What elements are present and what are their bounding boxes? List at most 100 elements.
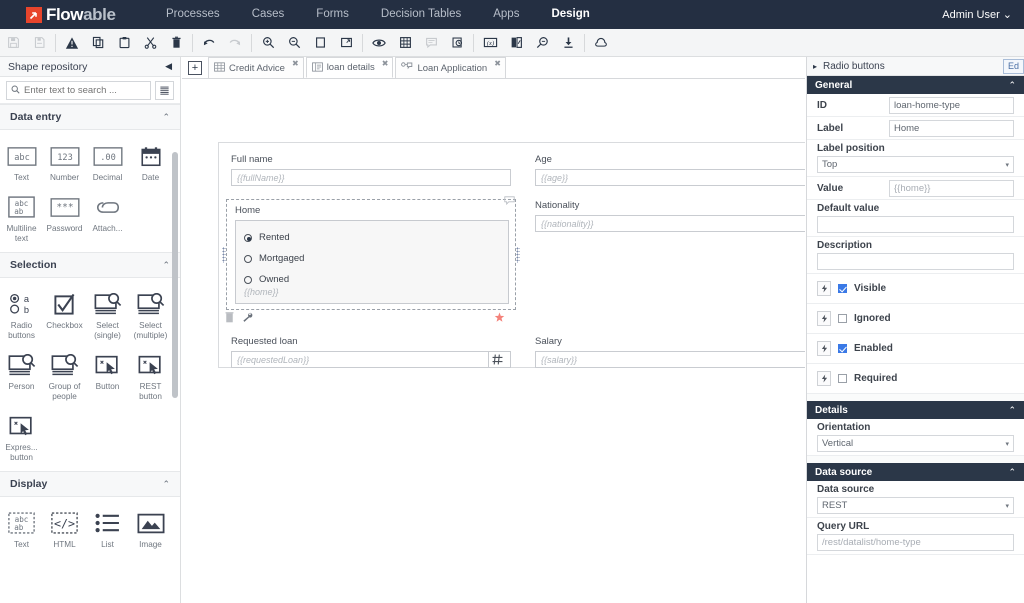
palette-item-attachment[interactable]: Attach... <box>86 187 129 248</box>
redo-icon[interactable] <box>222 30 248 56</box>
zoom-actual-icon[interactable] <box>307 30 333 56</box>
property-input-default-value[interactable] <box>817 216 1014 233</box>
property-select-data-source[interactable]: REST ▾ <box>817 497 1014 514</box>
form-design-surface[interactable]: Full name {{fullName}} Age {{age}} <box>182 79 805 603</box>
search-box[interactable] <box>6 81 151 100</box>
delete-widget-icon[interactable] <box>225 310 234 328</box>
nav-item-cases[interactable]: Cases <box>236 0 301 29</box>
properties-section-details[interactable]: Details ⌃ <box>807 401 1024 419</box>
palette-item-rest-button[interactable]: REST button <box>129 345 172 406</box>
palette-item-multiline-text[interactable]: abcab Multiline text <box>0 187 43 248</box>
palette-item-person[interactable]: Person <box>0 345 43 406</box>
palette-item-expression-button[interactable]: Expres... button <box>0 406 43 467</box>
properties-section-data-source[interactable]: Data source ⌃ <box>807 463 1024 481</box>
field-input-salary[interactable]: {{salary}} <box>535 351 805 368</box>
book-icon[interactable] <box>503 30 529 56</box>
sidebar-scrollbar[interactable] <box>172 152 178 398</box>
palette-item-button[interactable]: Button <box>86 345 129 406</box>
comment-icon[interactable] <box>418 30 444 56</box>
sidebar-section-display[interactable]: Display ⌃ <box>0 471 180 497</box>
history-icon[interactable] <box>444 30 470 56</box>
required-star-icon[interactable] <box>494 310 505 328</box>
field-input-age[interactable]: {{age}} <box>535 169 805 186</box>
add-tab-plus-icon[interactable]: + <box>188 61 202 75</box>
comment-balloon-icon[interactable] <box>504 192 515 210</box>
expand-right-icon[interactable]: ▸ <box>813 62 817 71</box>
radio-buttons-widget-selected[interactable]: Home Rented Mortgaged <box>227 200 515 309</box>
nav-item-decision-tables[interactable]: Decision Tables <box>365 0 477 29</box>
close-icon[interactable]: ✖ <box>382 58 389 68</box>
property-select-label-position[interactable]: Top ▾ <box>817 156 1014 173</box>
properties-section-general[interactable]: General ⌃ <box>807 76 1024 94</box>
search-input[interactable] <box>24 85 146 96</box>
resize-handle-right[interactable] <box>516 247 520 263</box>
nav-item-processes[interactable]: Processes <box>150 0 236 29</box>
app-logo[interactable]: Flowable <box>0 5 150 25</box>
zoom-in-icon[interactable] <box>255 30 281 56</box>
palette-item-select-single[interactable]: Select (single) <box>86 284 129 345</box>
property-input-query-url[interactable]: /rest/datalist/home-type <box>817 534 1014 551</box>
palette-item-html[interactable]: </> HTML <box>43 503 86 554</box>
property-input-label[interactable]: Home <box>889 120 1014 137</box>
palette-item-group-of-people[interactable]: Group of people <box>43 345 86 406</box>
settings-wrench-icon[interactable] <box>242 310 253 328</box>
cloud-publish-icon[interactable] <box>588 30 614 56</box>
palette-item-radio-buttons[interactable]: ab Radio buttons <box>0 284 43 345</box>
nav-item-design[interactable]: Design <box>535 0 605 29</box>
field-input-full-name[interactable]: {{fullName}} <box>231 169 511 186</box>
collapse-left-icon[interactable]: ◀ <box>165 61 172 72</box>
palette-item-checkbox[interactable]: Checkbox <box>43 284 86 345</box>
copy-icon[interactable] <box>85 30 111 56</box>
zoom-out-icon[interactable] <box>281 30 307 56</box>
download-icon[interactable] <box>555 30 581 56</box>
radio-option-rented[interactable]: Rented <box>244 227 500 248</box>
tab-credit-advice[interactable]: Credit Advice ✖ <box>208 57 304 78</box>
delete-trash-icon[interactable] <box>163 30 189 56</box>
checkbox-enabled[interactable] <box>838 344 847 353</box>
close-icon[interactable]: ✖ <box>292 58 299 68</box>
paste-icon[interactable] <box>111 30 137 56</box>
sidebar-section-selection[interactable]: Selection ⌃ <box>0 252 180 278</box>
palette-item-display-text[interactable]: abcab Text <box>0 503 43 554</box>
palette-item-date[interactable]: Date <box>129 136 172 187</box>
palette-item-list[interactable]: List <box>86 503 129 554</box>
sidebar-section-data-entry[interactable]: Data entry ⌃ <box>0 104 180 130</box>
save-icon[interactable] <box>0 30 26 56</box>
palette-item-text[interactable]: abc Text <box>0 136 43 187</box>
property-input-id[interactable]: loan-home-type <box>889 97 1014 114</box>
tab-loan-details[interactable]: loan details ✖ <box>306 57 394 78</box>
expression-bolt-icon[interactable] <box>817 341 831 356</box>
cut-icon[interactable] <box>137 30 163 56</box>
field-input-nationality[interactable]: {{nationality}} <box>535 215 805 232</box>
expression-bolt-icon[interactable] <box>817 281 831 296</box>
palette-item-number[interactable]: 123 Number <box>43 136 86 187</box>
checkbox-visible[interactable] <box>838 284 847 293</box>
close-icon[interactable]: ✖ <box>494 58 501 68</box>
user-menu[interactable]: Admin User ⌄ <box>942 8 1024 21</box>
zoom-fit-icon[interactable] <box>333 30 359 56</box>
search-minus-icon[interactable] <box>529 30 555 56</box>
save-as-icon[interactable] <box>26 30 52 56</box>
preview-eye-icon[interactable] <box>366 30 392 56</box>
edit-button[interactable]: Ed <box>1003 59 1024 74</box>
nav-item-forms[interactable]: Forms <box>300 0 365 29</box>
palette-item-decimal[interactable]: .00 Decimal <box>86 136 129 187</box>
undo-icon[interactable] <box>196 30 222 56</box>
palette-item-password[interactable]: *** Password <box>43 187 86 248</box>
property-input-description[interactable] <box>817 253 1014 270</box>
expression-bolt-icon[interactable] <box>817 311 831 326</box>
property-input-value[interactable]: {{home}} <box>889 180 1014 197</box>
tab-loan-application[interactable]: Loan Application ✖ <box>395 57 505 78</box>
nav-item-apps[interactable]: Apps <box>477 0 535 29</box>
expression-bolt-icon[interactable] <box>817 371 831 386</box>
checkbox-required[interactable] <box>838 374 847 383</box>
field-input-requested-loan[interactable]: {{requestedLoan}} <box>231 351 511 368</box>
grid-icon[interactable] <box>392 30 418 56</box>
checkbox-ignored[interactable] <box>838 314 847 323</box>
list-view-icon[interactable] <box>155 81 174 100</box>
property-select-orientation[interactable]: Vertical ▾ <box>817 435 1014 452</box>
palette-item-image[interactable]: Image <box>129 503 172 554</box>
resize-handle-left[interactable] <box>222 247 226 263</box>
expression-icon[interactable]: (x) <box>477 30 503 56</box>
radio-option-mortgaged[interactable]: Mortgaged <box>244 248 500 269</box>
